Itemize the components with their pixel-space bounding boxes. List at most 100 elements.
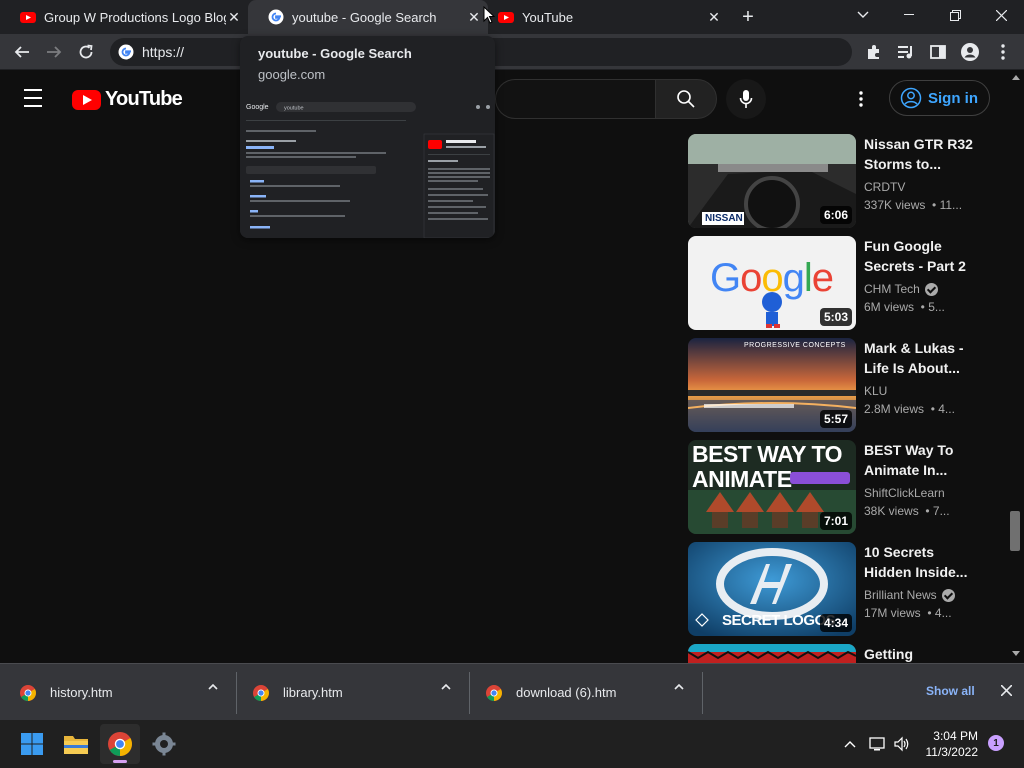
tab-search-button[interactable] — [840, 0, 886, 30]
chevron-up-icon[interactable] — [441, 684, 451, 690]
youtube-favicon-icon — [498, 12, 514, 23]
account-circle-icon — [900, 87, 922, 109]
tab-close-icon[interactable]: ✕ — [706, 9, 722, 25]
new-tab-button[interactable]: + — [736, 5, 760, 29]
video-metadata: 2.8M views • 4... — [864, 402, 955, 416]
chrome-icon — [253, 684, 269, 701]
close-window-button[interactable] — [978, 0, 1024, 30]
view-count: 6M views — [864, 300, 915, 314]
file-explorer-button[interactable] — [56, 724, 96, 764]
tab-group-w-blog[interactable]: Group W Productions Logo Blog ✕ — [0, 0, 248, 34]
download-separator — [236, 672, 237, 714]
close-downloads-bar-button[interactable] — [997, 681, 1015, 699]
voice-search-button[interactable] — [726, 79, 766, 119]
search-icon — [677, 90, 695, 108]
video-thumbnail[interactable]: PROGRESSIVE CONCEPTS 5:57 — [688, 338, 856, 432]
minimize-icon — [904, 14, 914, 15]
video-title[interactable]: BEST Way To Animate In... — [864, 440, 974, 480]
chrome-icon — [486, 684, 502, 701]
tab-close-icon[interactable]: ✕ — [226, 9, 242, 25]
system-clock[interactable]: 3:04 PM 11/3/2022 — [924, 728, 979, 760]
upload-age: 5... — [928, 300, 945, 314]
minimize-button[interactable] — [886, 0, 932, 30]
recommended-video[interactable]: Google 5:03 Fun Google Secrets - Part 2 … — [688, 236, 988, 338]
verified-badge-icon — [924, 282, 938, 296]
restore-icon — [949, 9, 961, 21]
volume-button[interactable] — [892, 734, 912, 754]
download-separator — [469, 672, 470, 714]
media-control-button[interactable] — [894, 40, 918, 64]
download-filename: history.htm — [50, 685, 113, 700]
profile-button[interactable] — [958, 40, 982, 64]
youtube-logo[interactable]: YouTube — [72, 88, 183, 111]
guide-menu-button[interactable] — [24, 89, 48, 109]
tab-title: youtube - Google Search — [292, 9, 437, 25]
recommended-video[interactable]: PROGRESSIVE CONCEPTS 5:57 Mark & Lukas -… — [688, 338, 988, 440]
scroll-up-arrow-icon[interactable] — [1012, 75, 1020, 80]
notification-badge[interactable]: 1 — [988, 735, 1004, 751]
recommended-video[interactable]: Getting — [688, 644, 988, 663]
side-panel-button[interactable] — [926, 40, 950, 64]
channel-name[interactable]: Brilliant News — [864, 588, 955, 602]
video-title[interactable]: Fun Google Secrets - Part 2 — [864, 236, 974, 276]
channel-name[interactable]: CRDTV — [864, 180, 905, 194]
recommended-video[interactable]: BEST WAY TO ANIMATE 7:01 BEST Way To Ani… — [688, 440, 988, 542]
download-item[interactable]: download (6).htm — [486, 664, 702, 721]
video-title[interactable]: Mark & Lukas - Life Is About... — [864, 338, 974, 378]
video-title[interactable]: Nissan GTR R32 Storms to... — [864, 134, 974, 174]
network-button[interactable] — [868, 734, 888, 754]
page-scrollbar[interactable] — [1008, 71, 1024, 663]
sign-in-button[interactable]: Sign in — [889, 80, 990, 116]
mouse-cursor-icon — [483, 6, 495, 24]
video-thumbnail[interactable]: SECRET LOGOS 4:34 — [688, 542, 856, 636]
chevron-up-icon[interactable] — [674, 684, 684, 690]
person-icon — [961, 43, 979, 61]
chevron-up-icon[interactable] — [208, 684, 218, 690]
extensions-button[interactable] — [862, 40, 886, 64]
youtube-play-icon — [72, 89, 101, 110]
hover-card-title: youtube - Google Search — [258, 46, 412, 61]
chrome-menu-button[interactable] — [991, 40, 1015, 64]
video-thumbnail[interactable]: BEST WAY TO ANIMATE 7:01 — [688, 440, 856, 534]
microphone-icon — [739, 90, 753, 108]
tab-title: YouTube — [522, 9, 574, 25]
google-favicon-icon — [268, 9, 284, 25]
scroll-down-arrow-icon[interactable] — [1012, 651, 1020, 656]
thumbnail-text: Google — [710, 256, 834, 300]
channel-name[interactable]: CHM Tech — [864, 282, 938, 296]
video-thumbnail[interactable]: NISSAN 6:06 — [688, 134, 856, 228]
video-thumbnail[interactable] — [688, 644, 856, 663]
side-panel-icon — [930, 45, 946, 59]
download-item[interactable]: history.htm — [20, 664, 236, 721]
back-button[interactable] — [10, 40, 34, 64]
show-hidden-icons-button[interactable] — [840, 734, 860, 754]
video-title[interactable]: Getting — [864, 644, 974, 663]
restore-button[interactable] — [932, 0, 978, 30]
video-thumbnail[interactable]: Google 5:03 — [688, 236, 856, 330]
download-item[interactable]: library.htm — [253, 664, 469, 721]
chevron-down-icon — [857, 11, 869, 18]
show-all-downloads-link[interactable]: Show all — [926, 684, 975, 698]
search-button[interactable] — [655, 79, 717, 119]
video-title[interactable]: 10 Secrets Hidden Inside... — [864, 542, 974, 582]
settings-menu-button[interactable] — [849, 87, 873, 111]
chrome-taskbar-button[interactable] — [100, 724, 140, 764]
search-input[interactable] — [495, 79, 655, 119]
recommended-video[interactable]: SECRET LOGOS 4:34 10 Secrets Hidden Insi… — [688, 542, 988, 644]
reload-button[interactable] — [74, 40, 98, 64]
tab-youtube[interactable]: YouTube ✕ — [478, 0, 728, 34]
recommended-video[interactable]: NISSAN 6:06 Nissan GTR R32 Storms to... … — [688, 134, 988, 236]
video-duration: 5:03 — [819, 308, 852, 326]
tab-hover-card: youtube - Google Search google.com Googl… — [240, 36, 495, 238]
start-button[interactable] — [12, 724, 52, 764]
video-metadata: 6M views • 5... — [864, 300, 945, 314]
channel-name[interactable]: ShiftClickLearn — [864, 486, 945, 500]
verified-badge-icon — [941, 588, 955, 602]
settings-taskbar-button[interactable] — [144, 724, 184, 764]
tab-google-search[interactable]: youtube - Google Search ✕ — [248, 0, 488, 34]
scroll-thumb[interactable] — [1010, 511, 1020, 551]
chevron-up-icon — [844, 741, 856, 748]
channel-name[interactable]: KLU — [864, 384, 887, 398]
upload-age: 7... — [932, 504, 950, 518]
forward-button[interactable] — [42, 40, 66, 64]
